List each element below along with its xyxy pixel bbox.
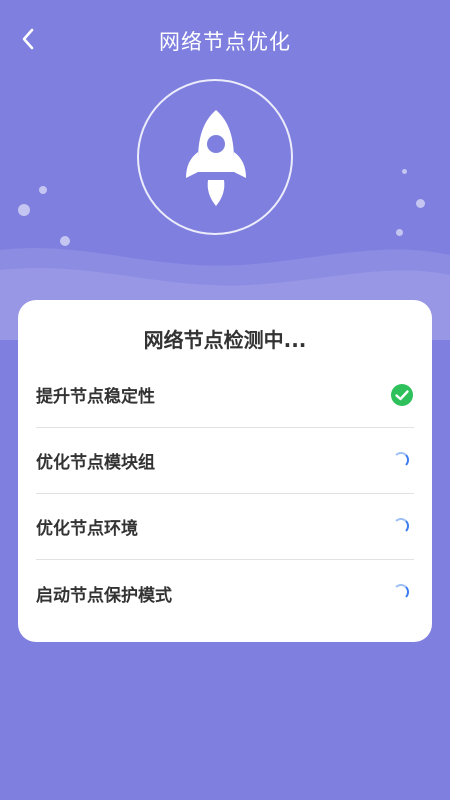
list-item-label: 优化节点模块组 — [36, 453, 155, 473]
card-title: 网络节点检测中... — [143, 328, 307, 352]
spinner-icon — [390, 581, 414, 605]
rocket-icon — [186, 110, 246, 206]
check-circle-icon — [390, 383, 414, 407]
list-item: 提升节点稳定性 — [36, 362, 414, 428]
list-item: 优化节点模块组 — [36, 428, 414, 494]
spinner-icon — [390, 449, 414, 473]
list-item: 优化节点环境 — [36, 494, 414, 560]
page-title: 网络节点优化 — [159, 30, 291, 54]
app-header: 网络节点优化 — [0, 0, 450, 80]
list-item-label: 优化节点环境 — [36, 519, 138, 539]
list-item-label: 启动节点保护模式 — [36, 585, 172, 606]
detection-card: 网络节点检测中... 提升节点稳定性 优化节点模块组 优化节点环境 启动节点保护… — [18, 300, 432, 642]
list-item-label: 提升节点稳定性 — [36, 387, 155, 407]
spinner-icon — [390, 515, 414, 539]
list-item: 启动节点保护模式 — [36, 560, 414, 626]
